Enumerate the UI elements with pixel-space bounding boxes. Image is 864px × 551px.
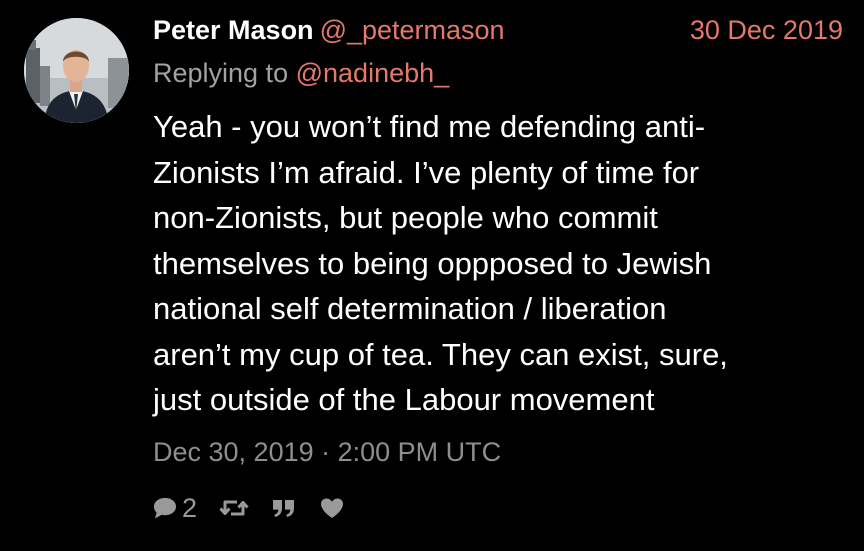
retweet-icon [219,500,249,516]
heart-icon [321,498,344,518]
reply-button[interactable]: 2 [152,492,197,524]
reply-count: 2 [182,493,198,523]
comment-icon [154,498,176,519]
retweet-button[interactable] [219,497,249,519]
tweet-body-line: Yeah - you won’t find me defending anti- [153,109,706,144]
quote-button[interactable] [271,497,297,519]
replying-to-label: Replying to [153,58,289,88]
tweet-body-line: national self determination / liberation [153,291,667,326]
tweet-body-line: aren’t my cup of tea. They can exist, su… [153,336,728,372]
reply-handle-link[interactable]: @nadinebh_ [296,58,450,88]
like-button[interactable] [319,496,345,520]
tweet-body-line: themselves to being oppposed to Jewish [153,245,712,281]
tweet-timestamp[interactable]: Dec 30, 2019 · 2:00 PM UTC [153,432,501,472]
replying-to: Replying to @nadinebh_ [153,53,449,93]
author-handle[interactable]: @_petermason [320,15,505,45]
tweet-body-line: just outside of the Labour movement [153,382,655,417]
author-name[interactable]: Peter Mason [153,15,314,45]
tweet-actions: 2 [152,492,367,524]
tweet-body-line: non-Zionists, but people who commit [153,200,658,235]
tweet-body: Yeah - you won’t find me defending anti-… [153,104,843,423]
tweet: Peter Mason @_petermason 30 Dec 2019 Repl… [0,0,864,551]
avatar-photo [24,18,129,123]
tweet-date[interactable]: 30 Dec 2019 [690,10,843,50]
tweet-body-line: Zionists I’m afraid. I’ve plenty of time… [153,154,700,190]
tweet-header: Peter Mason @_petermason 30 Dec 2019 [153,10,843,50]
quote-icon [273,500,295,517]
avatar[interactable] [24,18,129,123]
